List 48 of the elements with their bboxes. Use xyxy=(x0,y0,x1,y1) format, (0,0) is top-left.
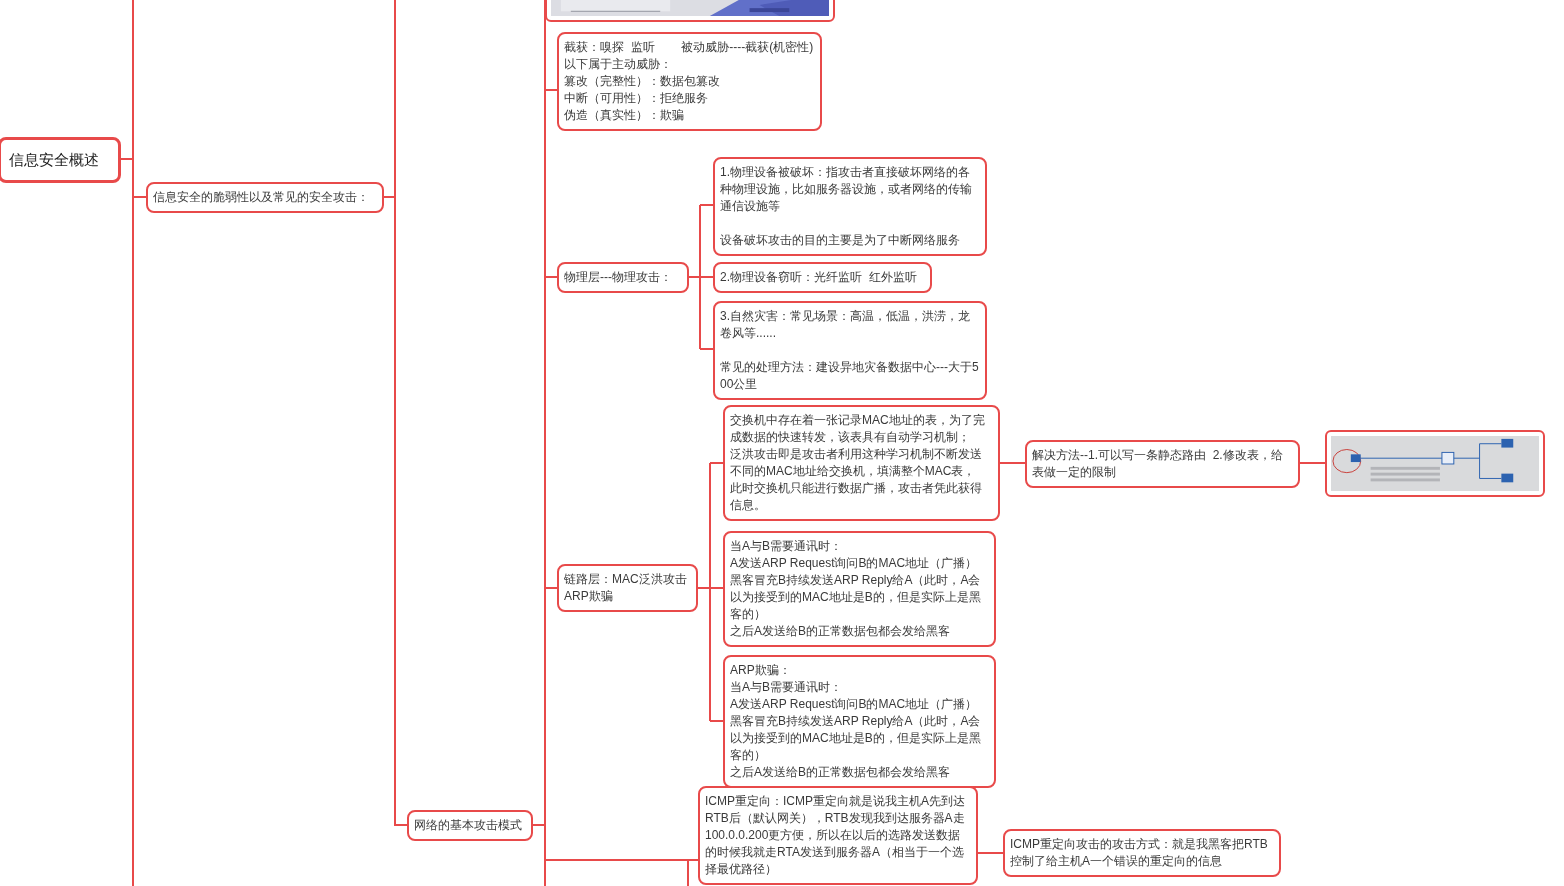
node-text: 截获：嗅探 监听 被动威胁----截获(机密性) xyxy=(564,40,814,54)
topic-node[interactable]: 链路层：MAC泛洪攻击 ARP欺骗 xyxy=(557,564,698,612)
node-text: 解决方法--1.可以写一条静态路由 2.修改表，给表做一定的限制 xyxy=(1032,448,1283,479)
node-text: 1.物理设备被破坏：指攻击者直接破坏网络的各种物理设施，比如服务器设施，或者网络的传输通信设施等 xyxy=(720,165,972,213)
node-text: 黑客冒充B持续发送ARP Reply给A（此时，A会以为接受到的MAC地址是B的，但是实际上是黑客的） xyxy=(730,573,981,621)
node-text: 信息安全概述 xyxy=(9,151,99,168)
node-text: 网络的基本攻击模式 xyxy=(414,818,522,832)
node-text: A发送ARP Request询问B的MAC地址（广播） xyxy=(730,556,978,570)
topic-node[interactable]: 当A与B需要通讯时： A发送ARP Request询问B的MAC地址（广播） 黑客冒充B持续发送ARP Reply给A（此时，A会以为接受到的MAC地址是B的，但是实际上是黑客的） 之后A发送给B的正常数据包都会发给黑客 xyxy=(723,531,996,647)
node-text: 之后A发送给B的正常数据包都会发给黑客 xyxy=(730,765,950,779)
topic-node[interactable]: ICMP重定向：ICMP重定向就是说我主机A先到达RTB后（默认网关），RTB发现我到达服务器A走100.0.0.200更方便，所以在以后的选路发送数据的时候我就走RTA发送到服务器A（相当于一个选择最优路径） xyxy=(698,786,978,885)
node-text: ICMP重定向攻击的攻击方式：就是我黑客把RTB控制了给主机A一个错误的重定向的信息 xyxy=(1010,837,1268,868)
node-text: ARP欺骗 xyxy=(564,589,613,603)
topic-node[interactable]: 信息安全的脆弱性以及常见的安全攻击： xyxy=(146,182,384,213)
topic-node[interactable]: 3.自然灾害：常见场景：高温，低温，洪涝，龙卷风等...... 常见的处理方法：建设异地灾备数据中心---大于500公里 xyxy=(713,301,987,400)
topic-node[interactable]: 网络的基本攻击模式 xyxy=(407,810,533,841)
node-text: 当A与B需要通讯时： xyxy=(730,680,842,694)
node-text: 此时交换机只能进行数据广播，攻击者凭此获得信息。 xyxy=(730,481,982,512)
node-text: 链路层：MAC泛洪攻击 xyxy=(564,572,687,586)
topic-node[interactable]: 物理层---物理攻击： xyxy=(557,262,689,293)
topic-node[interactable]: 解决方法--1.可以写一条静态路由 2.修改表，给表做一定的限制 xyxy=(1025,440,1300,488)
node-text: 2.物理设备窃听：光纤监听 红外监听 xyxy=(720,270,917,284)
node-text: 交换机中存在着一张记录MAC地址的表，为了完成数据的快速转发，该表具有自动学习机制； xyxy=(730,413,985,444)
node-text: 信息安全的脆弱性以及常见的安全攻击： xyxy=(153,190,369,204)
node-text: ICMP重定向：ICMP重定向就是说我主机A先到达RTB后（默认网关），RTB发现我到达服务器A走100.0.0.200更方便，所以在以后的选路发送数据的时候我就走RTA发送到服务器A（相当于一个选择最优路径） xyxy=(705,794,965,876)
node-text: 3.自然灾害：常见场景：高温，低温，洪涝，龙卷风等...... xyxy=(720,309,970,340)
topic-node[interactable]: ARP欺骗： 当A与B需要通讯时： A发送ARP Request询问B的MAC地址（广播） 黑客冒充B持续发送ARP Reply给A（此时，A会以为接受到的MAC地址是B的，但是实际上是黑客的） 之后A发送给B的正常数据包都会发给黑客 xyxy=(723,655,996,788)
connector-line xyxy=(977,852,1004,854)
topic-node[interactable]: ICMP重定向攻击的攻击方式：就是我黑客把RTB控制了给主机A一个错误的重定向的信息 xyxy=(1003,829,1281,877)
topic-node[interactable]: 1.物理设备被破坏：指攻击者直接破坏网络的各种物理设施，比如服务器设施，或者网络的传输通信设施等 设备破坏攻击的目的主要是为了中断网络服务 xyxy=(713,157,987,256)
node-text: 之后A发送给B的正常数据包都会发给黑客 xyxy=(730,624,950,638)
node-text: 伪造（真实性）：欺骗 xyxy=(564,108,684,122)
node-text: 泛洪攻击即是攻击者利用这种学习机制不断发送不同的MAC地址给交换机，填满整个MAC表， xyxy=(730,447,982,478)
node-text: 黑客冒充B持续发送ARP Reply给A（此时，A会以为接受到的MAC地址是B的，但是实际上是黑客的） xyxy=(730,714,981,762)
topic-node[interactable]: 交换机中存在着一张记录MAC地址的表，为了完成数据的快速转发，该表具有自动学习机制； 泛洪攻击即是攻击者利用这种学习机制不断发送不同的MAC地址给交换机，填满整个MAC表， 此时交换机只能进行数据广播，攻击者凭此获得信息。 xyxy=(723,405,1000,521)
node-text: 篡改（完整性）：数据包篡改 xyxy=(564,74,720,88)
topic-node[interactable]: 截获：嗅探 监听 被动威胁----截获(机密性) 以下属于主动威胁： 篡改（完整性）：数据包篡改 中断（可用性）：拒绝服务 伪造（真实性）：欺骗 xyxy=(557,32,822,131)
node-text: 以下属于主动威胁： xyxy=(564,57,672,71)
node-text: 设备破坏攻击的目的主要是为了中断网络服务 xyxy=(720,233,960,247)
node-text: 中断（可用性）：拒绝服务 xyxy=(564,91,708,105)
node-text: A发送ARP Request询问B的MAC地址（广播） xyxy=(730,697,978,711)
node-text: 当A与B需要通讯时： xyxy=(730,539,842,553)
node-text: ARP欺骗： xyxy=(730,663,791,677)
topic-node[interactable]: 信息安全概述 xyxy=(0,137,121,183)
topic-node[interactable]: 2.物理设备窃听：光纤监听 红外监听 xyxy=(713,262,932,293)
node-text: 物理层---物理攻击： xyxy=(564,270,672,284)
connector-line xyxy=(999,462,1026,464)
node-text: 常见的处理方法：建设异地灾备数据中心---大于500公里 xyxy=(720,360,979,391)
